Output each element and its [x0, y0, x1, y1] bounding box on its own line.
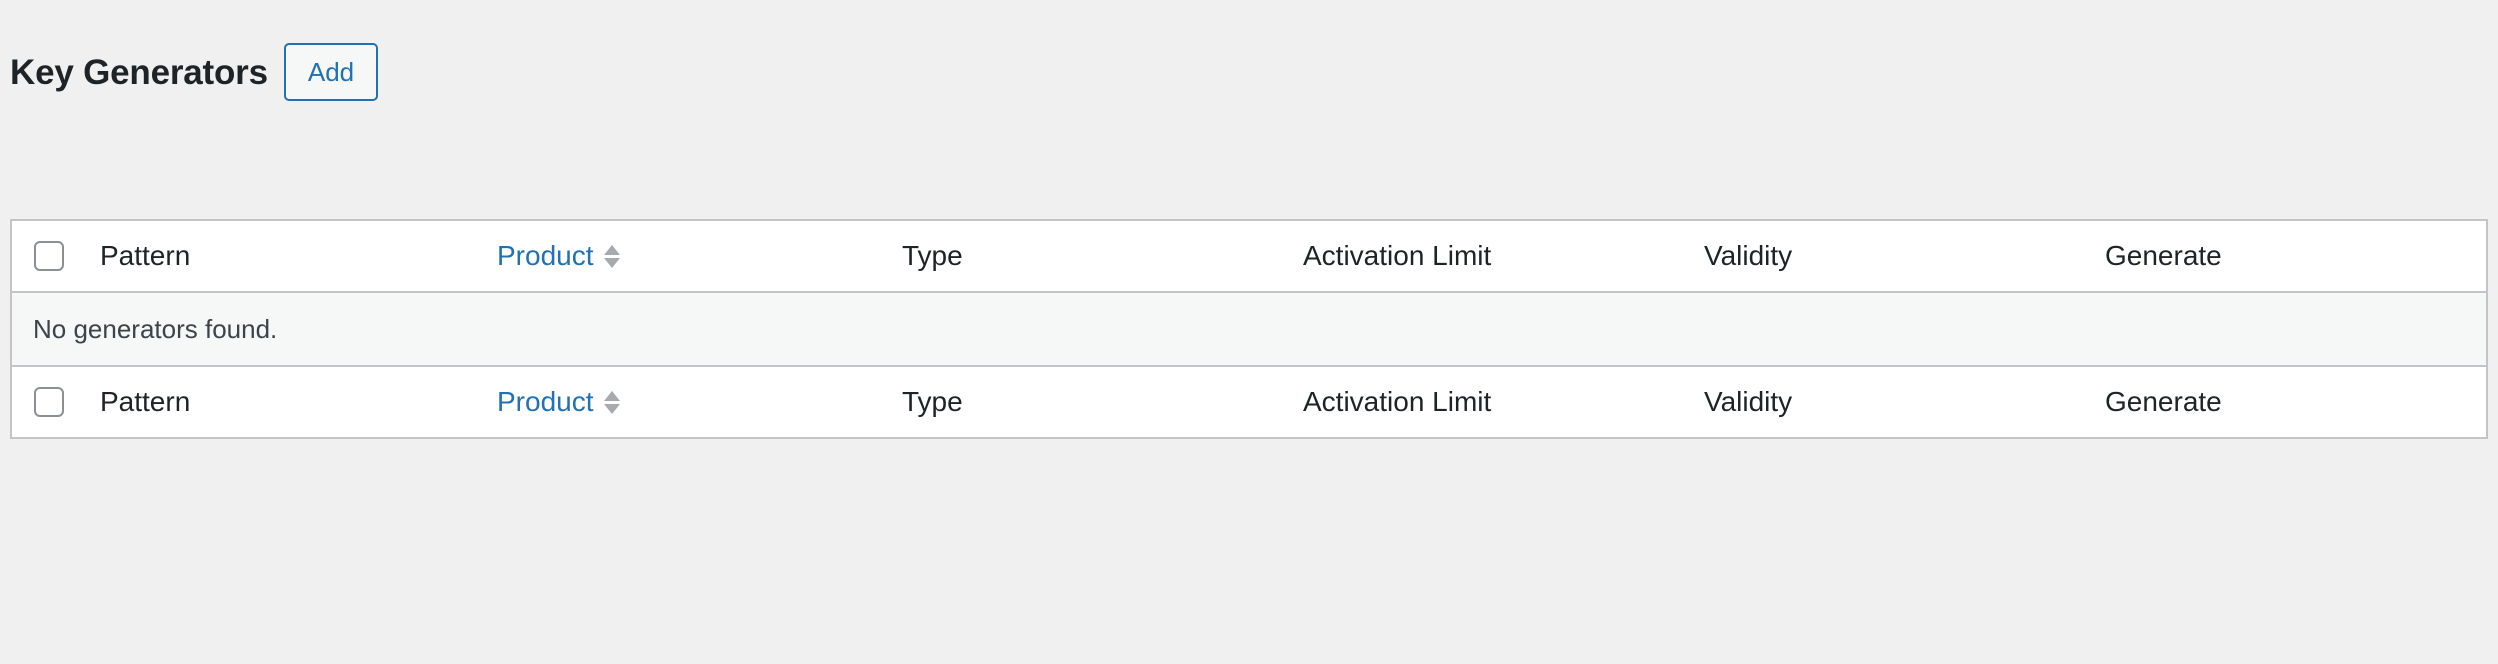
- select-all-checkbox-footer[interactable]: [34, 387, 64, 417]
- column-footer-pattern: Pattern: [100, 386, 497, 418]
- column-label-product[interactable]: Product: [497, 386, 594, 418]
- column-header-pattern: Pattern: [100, 240, 497, 272]
- generators-table: Pattern Product Type Activation Limit Va…: [10, 219, 2488, 439]
- column-label-product[interactable]: Product: [497, 240, 594, 272]
- select-all-cell-footer: [12, 387, 100, 417]
- column-label-type: Type: [902, 240, 963, 271]
- column-header-product[interactable]: Product: [497, 240, 902, 272]
- table-header-row: Pattern Product Type Activation Limit Va…: [12, 221, 2486, 293]
- sort-arrows-icon[interactable]: [603, 390, 620, 414]
- column-label-generate: Generate: [2105, 386, 2222, 417]
- empty-message: No generators found.: [33, 313, 278, 344]
- add-generator-button[interactable]: Add: [283, 43, 379, 101]
- column-header-activation-limit: Activation Limit: [1303, 240, 1704, 272]
- select-all-checkbox[interactable]: [34, 241, 64, 271]
- column-footer-generate: Generate: [2105, 386, 2486, 418]
- empty-row: No generators found.: [12, 293, 2486, 365]
- column-footer-product[interactable]: Product: [497, 386, 902, 418]
- select-all-cell: [12, 241, 100, 271]
- page-title: Key Generators: [10, 52, 268, 92]
- column-footer-validity: Validity: [1704, 386, 2105, 418]
- sort-arrows-icon[interactable]: [603, 244, 620, 268]
- table-footer-row: Pattern Product Type Activation Limit Va…: [12, 365, 2486, 437]
- column-label-pattern: Pattern: [100, 240, 191, 271]
- page-header: Key Generators Add: [10, 42, 379, 102]
- column-label-generate: Generate: [2105, 240, 2222, 271]
- column-label-type: Type: [902, 386, 963, 417]
- column-label-validity: Validity: [1704, 240, 1793, 271]
- column-header-validity: Validity: [1704, 240, 2105, 272]
- column-footer-type: Type: [902, 386, 1303, 418]
- column-label-validity: Validity: [1704, 386, 1793, 417]
- column-footer-activation-limit: Activation Limit: [1303, 386, 1704, 418]
- column-label-activation-limit: Activation Limit: [1303, 386, 1492, 417]
- column-header-type: Type: [902, 240, 1303, 272]
- column-header-generate: Generate: [2105, 240, 2486, 272]
- column-label-activation-limit: Activation Limit: [1303, 240, 1492, 271]
- column-label-pattern: Pattern: [100, 386, 191, 417]
